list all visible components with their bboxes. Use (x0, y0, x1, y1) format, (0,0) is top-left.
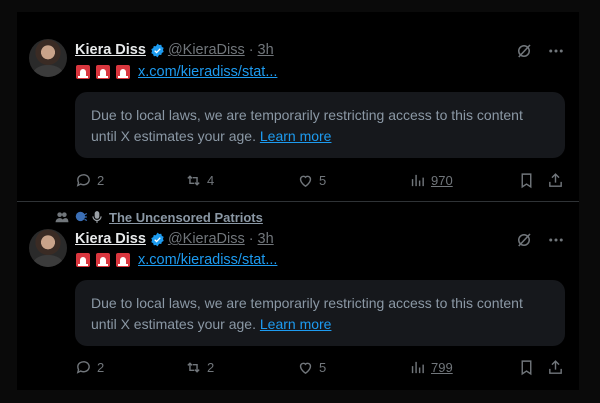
reply-count: 2 (97, 360, 105, 375)
grok-icon[interactable] (515, 42, 533, 60)
bookmark-button[interactable] (518, 359, 540, 376)
reply-button[interactable]: 2 (75, 172, 104, 189)
author-handle[interactable]: @KieraDiss (168, 42, 245, 58)
author-name[interactable]: Kiera Diss (75, 231, 146, 247)
verified-badge-icon (151, 43, 164, 57)
reply-icon (76, 174, 90, 187)
like-button[interactable]: 5 (297, 172, 326, 189)
grok-icon[interactable] (515, 231, 533, 249)
tweet-top-icons (515, 231, 565, 249)
tweet-actions: 2 2 5 799 (75, 359, 565, 379)
timeline: Kiera Diss @KieraDiss · 3h x.com/kieradi… (17, 12, 579, 390)
views-button[interactable]: 799 (409, 359, 453, 376)
tweet[interactable]: Kiera Diss @KieraDiss · 3h x.com/kieradi… (17, 12, 579, 201)
like-count: 5 (319, 173, 327, 188)
like-icon (299, 362, 312, 375)
age-restriction-notice: Due to local laws, we are temporarily re… (75, 92, 565, 158)
learn-more-link[interactable]: Learn more (260, 128, 332, 144)
tweet-text: x.com/kieradiss/stat... (75, 62, 277, 82)
avatar[interactable] (29, 39, 67, 77)
views-icon (411, 174, 424, 187)
author-name[interactable]: Kiera Diss (75, 42, 146, 58)
views-count: 799 (431, 360, 453, 375)
repost-button[interactable]: 4 (185, 172, 214, 189)
verified-badge-icon (151, 232, 164, 246)
avatar[interactable] (29, 229, 67, 267)
bookmark-button[interactable] (518, 172, 540, 189)
like-icon (299, 175, 312, 188)
siren-icon (96, 253, 110, 267)
author-handle[interactable]: @KieraDiss (168, 231, 245, 247)
more-icon[interactable] (547, 42, 565, 60)
tweet-text: x.com/kieradiss/stat... (75, 250, 277, 270)
tweet-top-icons (515, 42, 565, 60)
siren-icon (116, 65, 130, 79)
learn-more-link[interactable]: Learn more (260, 316, 332, 332)
timestamp[interactable]: 3h (258, 231, 274, 247)
bookmark-icon (521, 173, 532, 189)
bookmark-icon (521, 360, 532, 376)
siren-icon (116, 253, 130, 267)
tweet-actions: 2 4 5 970 (75, 172, 565, 192)
repost-icon (187, 362, 200, 373)
timestamp[interactable]: 3h (258, 42, 274, 58)
share-button[interactable] (547, 359, 569, 376)
share-icon (549, 173, 562, 187)
tweet-header: Kiera Diss @KieraDiss · 3h (75, 229, 274, 249)
repost-count: 2 (207, 360, 215, 375)
reply-icon (76, 361, 90, 374)
views-icon (411, 361, 424, 374)
separator: · (248, 42, 254, 58)
tweet[interactable]: Kiera Diss @KieraDiss · 3h x.com/kieradi… (17, 201, 579, 390)
views-count: 970 (431, 173, 453, 188)
share-icon (549, 360, 562, 374)
views-button[interactable]: 970 (409, 172, 453, 189)
repost-button[interactable]: 2 (185, 359, 214, 376)
share-button[interactable] (547, 172, 569, 189)
reply-button[interactable]: 2 (75, 359, 104, 376)
like-count: 5 (319, 360, 327, 375)
repost-count: 4 (207, 173, 215, 188)
tweet-header: Kiera Diss @KieraDiss · 3h (75, 40, 274, 60)
reply-count: 2 (97, 173, 105, 188)
siren-icon (76, 253, 90, 267)
more-icon[interactable] (547, 231, 565, 249)
siren-icon (76, 65, 90, 79)
siren-icon (96, 65, 110, 79)
separator: · (248, 231, 254, 247)
age-restriction-notice: Due to local laws, we are temporarily re… (75, 280, 565, 346)
tweet-link[interactable]: x.com/kieradiss/stat... (138, 252, 277, 268)
like-button[interactable]: 5 (297, 359, 326, 376)
tweet-link[interactable]: x.com/kieradiss/stat... (138, 64, 277, 80)
repost-icon (187, 175, 200, 186)
